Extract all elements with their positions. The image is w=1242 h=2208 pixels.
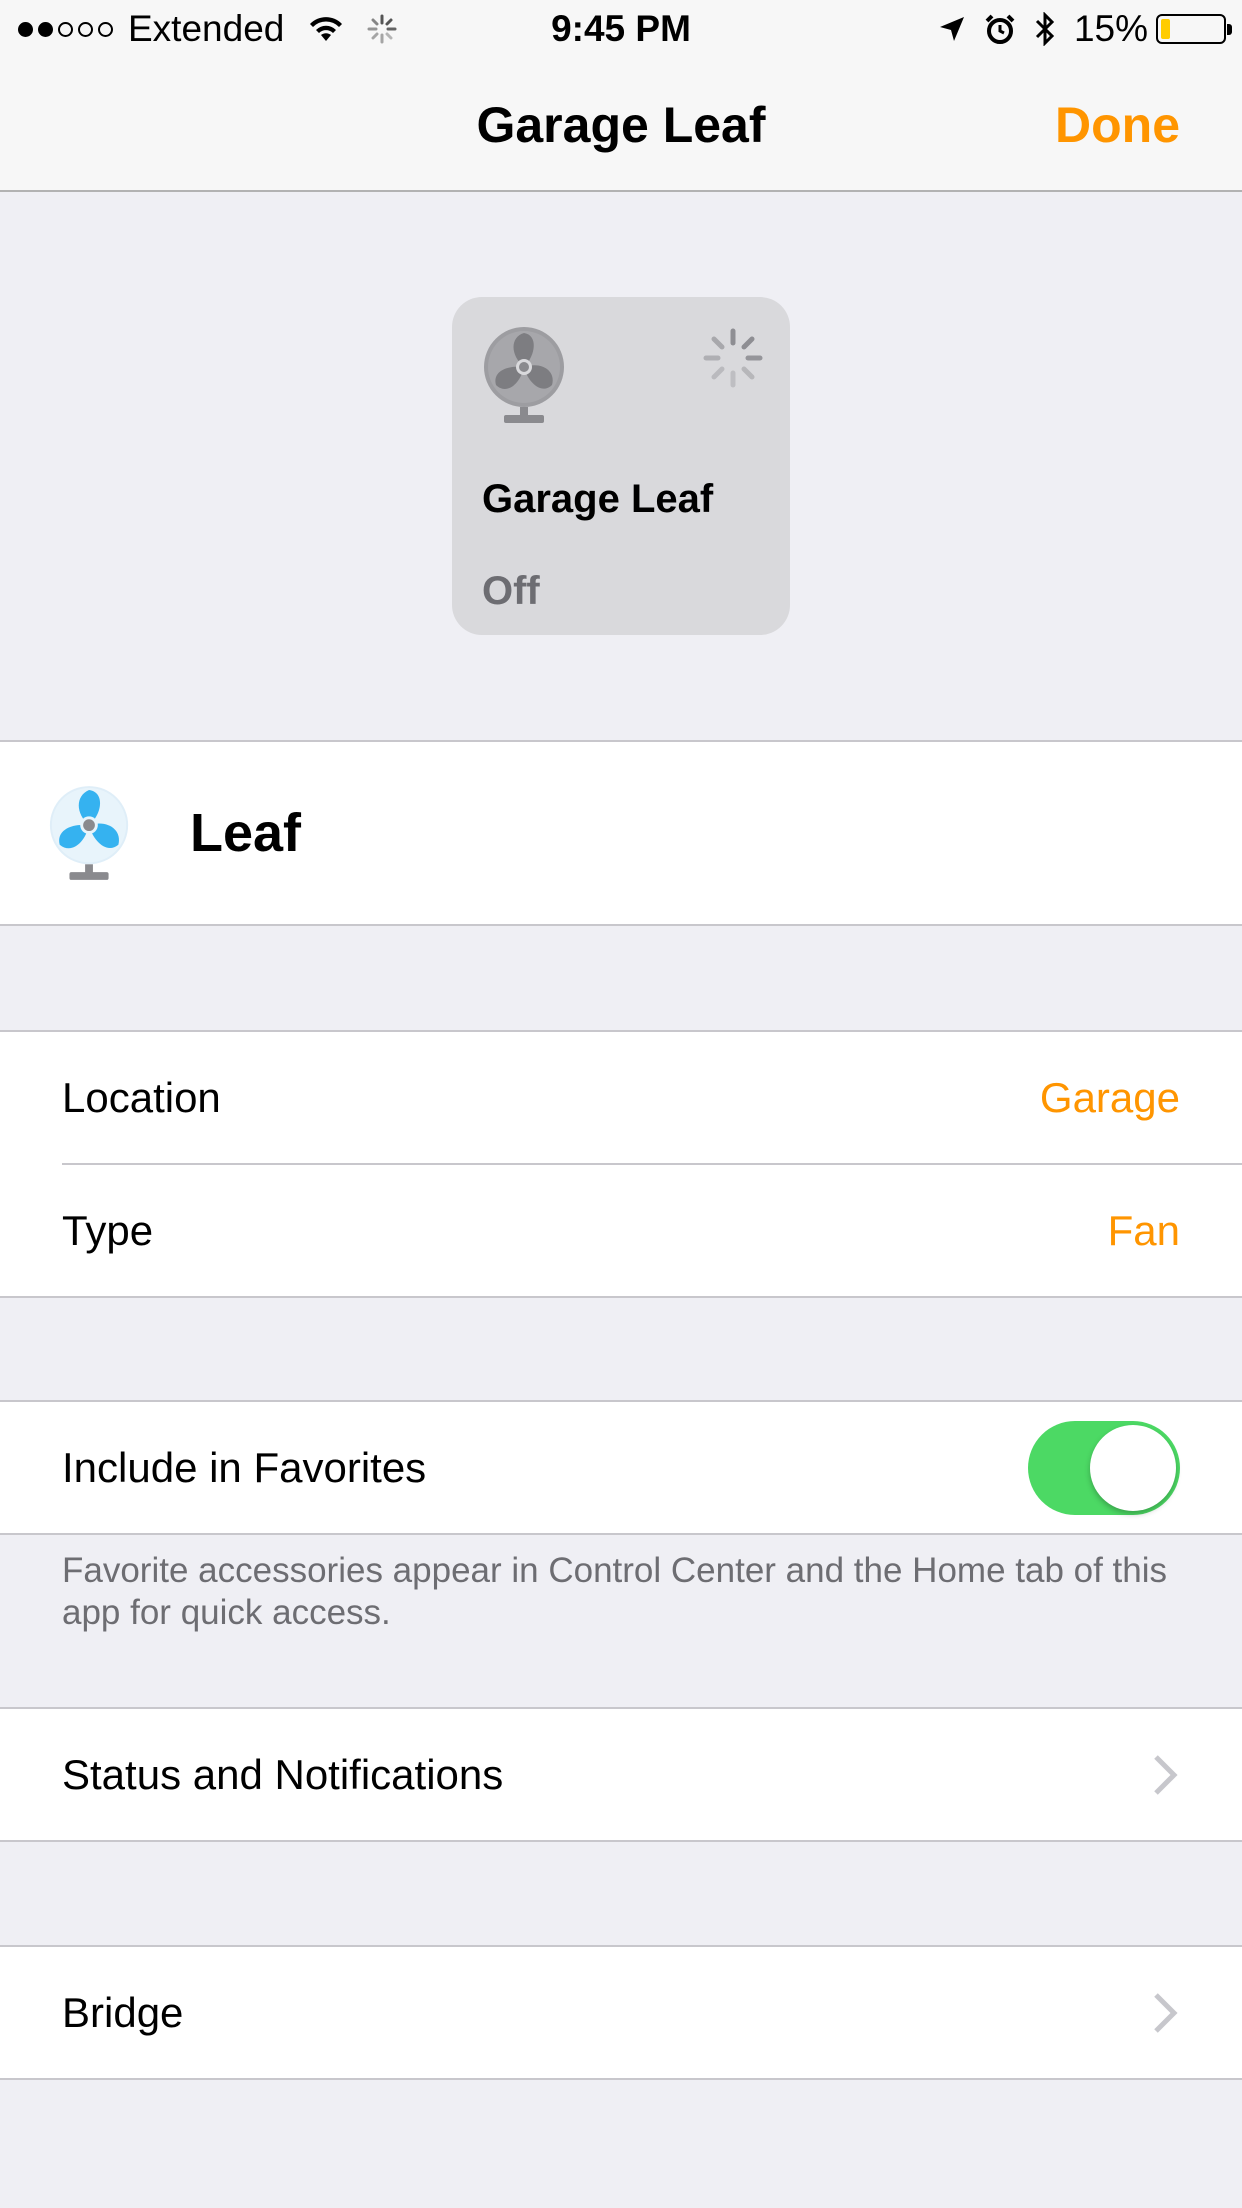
battery-percent: 15% bbox=[1073, 8, 1148, 49]
tile-name: Garage Leaf bbox=[482, 477, 714, 521]
chevron-right-icon bbox=[1152, 1991, 1180, 2035]
type-value: Fan bbox=[1107, 1206, 1180, 1254]
toggle-knob bbox=[1090, 1424, 1176, 1511]
loading-spinner-icon bbox=[702, 327, 764, 394]
favorites-toggle[interactable] bbox=[1028, 1420, 1180, 1515]
bridge-section: Bridge bbox=[0, 1945, 1242, 2080]
status-right: 15% bbox=[920, 8, 1232, 50]
bridge-row[interactable]: Bridge bbox=[0, 1947, 1242, 2078]
alarm-icon bbox=[984, 13, 1016, 45]
favorites-label: Include in Favorites bbox=[62, 1443, 427, 1491]
navigation-bar: Garage Leaf Done bbox=[0, 62, 1242, 192]
favorites-section: Include in Favorites bbox=[0, 1400, 1242, 1535]
accessory-tile[interactable]: Garage Leaf Off bbox=[452, 297, 790, 635]
chevron-right-icon bbox=[1152, 1753, 1180, 1797]
type-row[interactable]: Type Fan bbox=[0, 1165, 1242, 1296]
favorites-row: Include in Favorites bbox=[0, 1402, 1242, 1533]
status-notifications-section: Status and Notifications bbox=[0, 1707, 1242, 1842]
accessory-name-cell[interactable]: Leaf bbox=[0, 742, 1242, 924]
fan-icon bbox=[46, 784, 134, 882]
type-label: Type bbox=[62, 1206, 154, 1254]
accessory-name: Leaf bbox=[190, 803, 302, 863]
status-notifications-row[interactable]: Status and Notifications bbox=[0, 1709, 1242, 1840]
battery-level-fill bbox=[1161, 19, 1170, 39]
bluetooth-icon bbox=[1034, 12, 1056, 46]
tile-status: Off bbox=[482, 569, 540, 613]
location-row[interactable]: Location Garage bbox=[0, 1032, 1242, 1163]
location-value: Garage bbox=[1039, 1073, 1180, 1121]
status-notifications-label: Status and Notifications bbox=[62, 1750, 504, 1798]
fan-icon bbox=[480, 325, 570, 430]
favorites-footer-note: Favorite accessories appear in Control C… bbox=[62, 1551, 1168, 1632]
location-label: Location bbox=[62, 1073, 221, 1121]
done-button[interactable]: Done bbox=[1055, 96, 1180, 154]
details-section: Location Garage Type Fan bbox=[0, 1030, 1242, 1298]
status-bar: Extended 9:45 PM 15% bbox=[0, 0, 1242, 62]
bridge-label: Bridge bbox=[62, 1988, 184, 2036]
location-arrow-icon bbox=[938, 15, 966, 43]
accessory-name-section: Leaf bbox=[0, 740, 1242, 926]
battery-icon bbox=[1156, 14, 1232, 44]
